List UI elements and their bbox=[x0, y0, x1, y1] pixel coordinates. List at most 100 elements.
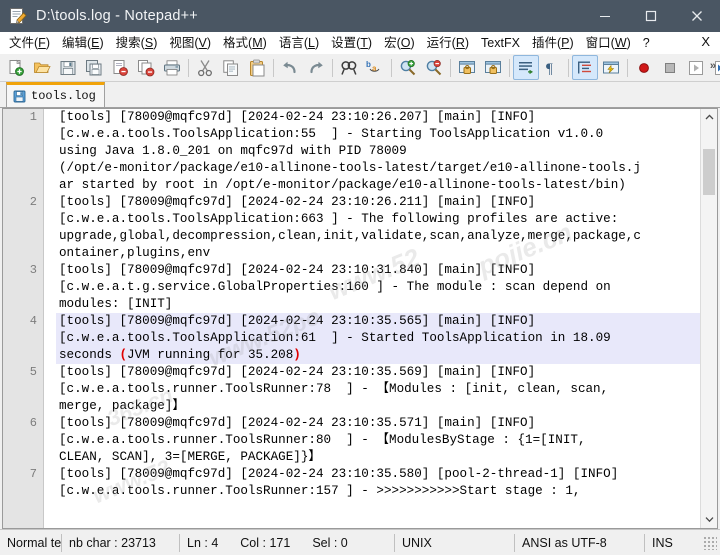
status-insert-mode[interactable]: INS bbox=[645, 534, 703, 552]
close-button[interactable] bbox=[674, 0, 720, 32]
record-macro-icon[interactable] bbox=[631, 55, 657, 80]
menu-item-8[interactable]: 宏(O) bbox=[378, 33, 421, 53]
editor-area: 1 2 3 4 5 6 7 [tools] [78009@mqfc97d] [2024-02… bbox=[0, 108, 720, 529]
status-bar: Normal te nb char : 23713 Ln : 4 Col : 1… bbox=[0, 529, 720, 555]
menu-item-10[interactable]: TextFX bbox=[475, 33, 526, 53]
notepad-plus-plus-icon bbox=[8, 6, 28, 26]
zoom-in-icon[interactable] bbox=[395, 55, 421, 80]
code-row[interactable]: ar started by root in /opt/e-monitor/pac… bbox=[56, 177, 717, 194]
undo-icon[interactable] bbox=[277, 55, 303, 80]
close-document-button[interactable]: X bbox=[701, 34, 710, 49]
text-content[interactable]: [tools] [78009@mqfc97d] [2024-02-24 23:1… bbox=[56, 109, 717, 528]
scroll-down-arrow[interactable] bbox=[701, 511, 717, 528]
code-row[interactable]: [c.w.e.a.tools.runner.ToolsRunner:78 ] -… bbox=[56, 381, 717, 398]
code-row[interactable]: [c.w.e.a.tools.ToolsApplication:663 ] - … bbox=[56, 211, 717, 228]
minimize-button[interactable] bbox=[582, 0, 628, 32]
tab-bar: tools.log bbox=[0, 82, 720, 108]
show-all-chars-icon[interactable]: ¶ bbox=[539, 55, 565, 80]
code-row[interactable]: ontainer,plugins,env bbox=[56, 245, 717, 262]
status-encoding[interactable]: ANSI as UTF-8 bbox=[515, 533, 645, 552]
saved-disk-icon bbox=[13, 90, 26, 103]
code-row[interactable]: upgrade,global,decompression,clean,init,… bbox=[56, 228, 717, 245]
cut-icon[interactable] bbox=[192, 55, 218, 80]
menu-item-9[interactable]: 运行(R) bbox=[421, 33, 475, 53]
notepadpp-window: D:\tools.log - Notepad++ X 文件(F) 编辑(E) 搜索(… bbox=[0, 0, 720, 555]
line-number: 7 bbox=[29, 467, 37, 481]
code-row[interactable]: [c.w.e.a.t.g.service.GlobalProperties:16… bbox=[56, 279, 717, 296]
indent-guide-icon[interactable] bbox=[572, 55, 598, 80]
code-row[interactable]: seconds (JVM running for 35.208) bbox=[56, 347, 717, 364]
toolbar-separator bbox=[332, 58, 333, 77]
redo-icon[interactable] bbox=[303, 55, 329, 80]
line-number: 3 bbox=[29, 263, 37, 277]
sync-horizontal-icon[interactable] bbox=[480, 55, 506, 80]
line-number: 6 bbox=[29, 416, 37, 430]
vertical-scrollbar[interactable] bbox=[700, 109, 717, 528]
svg-text:b: b bbox=[366, 60, 371, 69]
menu-item-7[interactable]: 设置(T) bbox=[325, 33, 378, 53]
menu-item-6[interactable]: 语言(L) bbox=[273, 33, 325, 53]
status-eol-format[interactable]: UNIX bbox=[395, 533, 515, 552]
line-number: 4 bbox=[29, 314, 37, 328]
user-define-dialog-icon[interactable] bbox=[598, 55, 624, 80]
resize-grip[interactable] bbox=[703, 535, 717, 550]
scrollbar-thumb[interactable] bbox=[703, 149, 715, 195]
line-number: 1 bbox=[29, 110, 37, 124]
code-row[interactable]: [tools] [78009@mqfc97d] [2024-02-24 23:1… bbox=[56, 262, 717, 279]
code-row[interactable]: [tools] [78009@mqfc97d] [2024-02-24 23:1… bbox=[56, 109, 717, 126]
status-language[interactable]: Normal te bbox=[0, 533, 62, 552]
window-controls bbox=[582, 0, 720, 32]
code-row[interactable]: [c.w.e.a.tools.ToolsApplication:61 ] - S… bbox=[56, 330, 717, 347]
editor-pane: 1 2 3 4 5 6 7 [tools] [78009@mqfc97d] [2024-02… bbox=[2, 108, 718, 529]
toolbar-separator bbox=[568, 58, 569, 77]
code-row[interactable]: (/opt/e-monitor/package/e10-allinone-too… bbox=[56, 160, 717, 177]
status-position: Ln : 4 Col : 171 Sel : 0 bbox=[180, 533, 395, 552]
menu-item-3[interactable]: 搜索(S) bbox=[110, 33, 164, 53]
code-row[interactable]: [tools] [78009@mqfc97d] [2024-02-24 23:1… bbox=[56, 364, 717, 381]
menu-item-4[interactable]: 视图(V) bbox=[163, 33, 217, 53]
code-row[interactable]: CLEAN, SCAN], 3=[MERGE, PACKAGE]}】 bbox=[56, 449, 717, 466]
save-all-icon[interactable] bbox=[81, 55, 107, 80]
code-row[interactable]: [tools] [78009@mqfc97d] [2024-02-24 23:1… bbox=[56, 415, 717, 432]
code-row[interactable]: modules: [INIT] bbox=[56, 296, 717, 313]
open-file-icon[interactable] bbox=[29, 55, 55, 80]
menu-item-13[interactable]: ? bbox=[637, 33, 656, 53]
close-all-icon[interactable] bbox=[133, 55, 159, 80]
close-file-icon[interactable] bbox=[107, 55, 133, 80]
line-number-gutter: 1 2 3 4 5 6 7 bbox=[3, 109, 44, 528]
code-row[interactable]: [c.w.e.a.tools.runner.ToolsRunner:80 ] -… bbox=[56, 432, 717, 449]
copy-icon[interactable] bbox=[218, 55, 244, 80]
fold-margin[interactable] bbox=[44, 109, 56, 528]
play-macro-icon[interactable] bbox=[683, 55, 709, 80]
sync-vertical-icon[interactable] bbox=[454, 55, 480, 80]
menu-item-1[interactable]: 文件(F) bbox=[3, 33, 56, 53]
menu-item-12[interactable]: 窗口(W) bbox=[580, 33, 637, 53]
save-icon[interactable] bbox=[55, 55, 81, 80]
status-line: Ln : 4 bbox=[187, 535, 219, 550]
status-column: Col : 171 bbox=[240, 535, 291, 550]
print-icon[interactable] bbox=[159, 55, 185, 80]
find-icon[interactable] bbox=[336, 55, 362, 80]
paste-icon[interactable] bbox=[244, 55, 270, 80]
tab-tools-log[interactable]: tools.log bbox=[6, 82, 105, 107]
menu-item-5[interactable]: 格式(M) bbox=[217, 33, 273, 53]
replace-icon[interactable]: ba bbox=[362, 55, 388, 80]
code-row[interactable]: [tools] [78009@mqfc97d] [2024-02-24 23:1… bbox=[56, 313, 717, 330]
code-row[interactable]: [tools] [78009@mqfc97d] [2024-02-24 23:1… bbox=[56, 466, 717, 483]
code-row[interactable]: [c.w.e.a.tools.runner.ToolsRunner:157 ] … bbox=[56, 483, 717, 500]
word-wrap-icon[interactable] bbox=[513, 55, 539, 80]
code-row[interactable]: merge, package]】 bbox=[56, 398, 717, 415]
toolbar-overflow-button[interactable]: » bbox=[710, 60, 716, 72]
scroll-up-arrow[interactable] bbox=[701, 109, 717, 126]
maximize-button[interactable] bbox=[628, 0, 674, 32]
brace-match-open: ( bbox=[119, 348, 128, 362]
code-row[interactable]: [tools] [78009@mqfc97d] [2024-02-24 23:1… bbox=[56, 194, 717, 211]
code-row[interactable]: using Java 1.8.0_201 on mqfc97d with PID… bbox=[56, 143, 717, 160]
stop-macro-icon[interactable] bbox=[657, 55, 683, 80]
new-file-icon[interactable] bbox=[3, 55, 29, 80]
menu-bar: X 文件(F) 编辑(E) 搜索(S) 视图(V) 格式(M) 语言(L) 设置(T) 宏(O… bbox=[0, 32, 720, 54]
zoom-out-icon[interactable] bbox=[421, 55, 447, 80]
menu-item-11[interactable]: 插件(P) bbox=[526, 33, 580, 53]
menu-item-2[interactable]: 编辑(E) bbox=[56, 33, 110, 53]
code-row[interactable]: [c.w.e.a.tools.ToolsApplication:55 ] - S… bbox=[56, 126, 717, 143]
